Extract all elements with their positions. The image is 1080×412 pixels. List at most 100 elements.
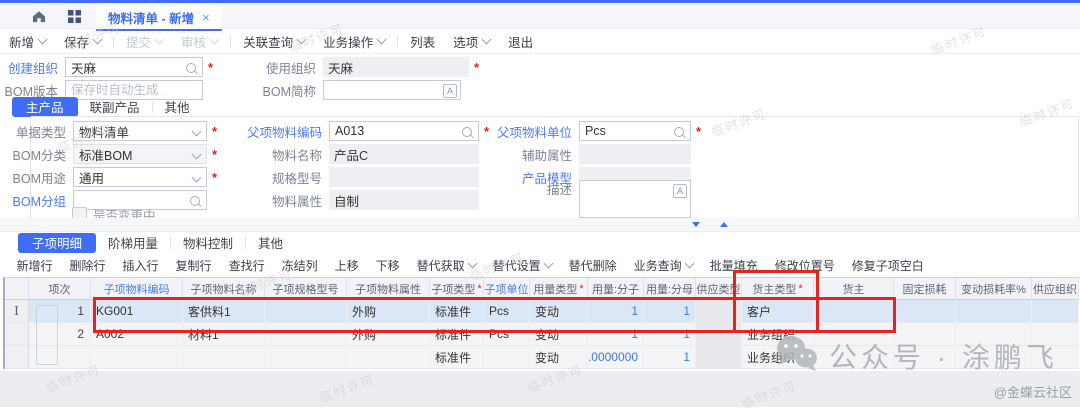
tab-ladder-usage[interactable]: 阶梯用量 bbox=[108, 233, 158, 252]
audit-button: 审核 bbox=[181, 32, 218, 51]
cell-unit[interactable] bbox=[484, 346, 530, 369]
cell-code[interactable]: A002 bbox=[91, 323, 183, 346]
col-header-usage-type[interactable]: 用量类型* bbox=[530, 278, 588, 300]
cell-subtype[interactable]: 标准件 bbox=[430, 323, 484, 346]
col-header-owner[interactable]: 货主 bbox=[814, 278, 894, 300]
chevron-down-icon[interactable] bbox=[192, 127, 202, 137]
cell-subtype[interactable]: 标准件 bbox=[430, 346, 484, 369]
tab-joint-product[interactable]: 联副产品 bbox=[90, 97, 140, 116]
row-header[interactable] bbox=[5, 346, 29, 369]
cell-unit[interactable]: Pcs bbox=[484, 323, 530, 346]
multilang-text-icon[interactable] bbox=[443, 84, 457, 98]
col-header-supply-type[interactable]: 供应类型 bbox=[696, 278, 742, 300]
move-down-button[interactable]: 下移 bbox=[376, 257, 400, 274]
cell-numerator[interactable]: 1.0000000 bbox=[588, 346, 644, 369]
create-org-input[interactable] bbox=[65, 57, 203, 77]
search-icon[interactable] bbox=[462, 127, 472, 137]
tab-detail-other[interactable]: 其他 bbox=[258, 233, 283, 252]
text-cursor-icon: I bbox=[14, 304, 19, 318]
col-header-owner-type[interactable]: 货主类型* bbox=[742, 278, 814, 300]
business-query-button[interactable]: 业务查询 bbox=[634, 257, 693, 274]
cell-name[interactable]: 客供料1 bbox=[183, 300, 265, 323]
cell-code[interactable]: KG001 bbox=[91, 300, 183, 323]
row-header[interactable]: I bbox=[5, 300, 29, 323]
col-header-supply-org[interactable]: 供应组织 bbox=[1032, 278, 1079, 300]
col-header-seq[interactable]: 项次 bbox=[29, 278, 91, 300]
description-textarea[interactable] bbox=[579, 180, 691, 218]
cell-name[interactable] bbox=[183, 346, 265, 369]
tab-main-product[interactable]: 主产品 bbox=[12, 97, 78, 117]
substitute-get-button[interactable]: 替代获取 bbox=[417, 257, 476, 274]
find-row-button[interactable]: 查找行 bbox=[229, 257, 265, 274]
delete-row-button[interactable]: 删除行 bbox=[70, 257, 106, 274]
bom-version-input-text[interactable] bbox=[71, 83, 197, 97]
create-org-input-text[interactable] bbox=[71, 60, 184, 74]
modify-position-button[interactable]: 修改位置号 bbox=[775, 257, 835, 274]
col-header-code[interactable]: 子项物料编码 bbox=[91, 278, 183, 300]
cell-numerator[interactable]: 1 bbox=[588, 323, 644, 346]
cell-numerator[interactable]: 1 bbox=[588, 300, 644, 323]
collapse-down-icon[interactable] bbox=[692, 222, 700, 227]
cell-usage-type[interactable]: 变动 bbox=[530, 323, 588, 346]
close-icon[interactable]: × bbox=[202, 10, 210, 25]
parent-unit-field-row: 父项物料单位 * bbox=[472, 121, 701, 141]
cell-name[interactable]: 材料1 bbox=[183, 323, 265, 346]
bom-alias-input-text[interactable] bbox=[329, 83, 442, 97]
row-header[interactable] bbox=[5, 323, 29, 346]
cell-usage-type[interactable]: 变动 bbox=[530, 300, 588, 323]
list-button[interactable]: 列表 bbox=[410, 32, 435, 51]
parent-code-input[interactable] bbox=[329, 121, 479, 141]
parent-unit-input[interactable] bbox=[579, 121, 691, 141]
tab-product-other[interactable]: 其他 bbox=[165, 97, 190, 116]
parent-code-input-text[interactable] bbox=[335, 124, 460, 138]
required-mark: * bbox=[474, 60, 479, 75]
chevron-down-icon[interactable] bbox=[192, 173, 202, 183]
move-up-button[interactable]: 上移 bbox=[335, 257, 359, 274]
bom-alias-input[interactable] bbox=[323, 80, 461, 100]
substitute-delete-button[interactable]: 替代删除 bbox=[569, 257, 617, 274]
exit-button[interactable]: 退出 bbox=[508, 32, 533, 51]
cell-denominator[interactable]: 1 bbox=[644, 323, 696, 346]
cell-denominator[interactable]: 1 bbox=[644, 346, 696, 369]
cell-subtype[interactable]: 标准件 bbox=[430, 300, 484, 323]
col-header-attr[interactable]: 子项物料属性 bbox=[347, 278, 430, 300]
panel-splitter[interactable] bbox=[0, 218, 1080, 232]
fix-child-blank-button[interactable]: 修复子项空白 bbox=[852, 257, 924, 274]
cell-code[interactable] bbox=[91, 346, 183, 369]
options-button[interactable]: 选项 bbox=[453, 32, 490, 51]
cell-spec[interactable] bbox=[265, 346, 347, 369]
col-header-fixed-loss[interactable]: 固定损耗 bbox=[894, 278, 956, 300]
search-icon[interactable] bbox=[674, 127, 684, 137]
copy-row-button[interactable]: 复制行 bbox=[176, 257, 212, 274]
cell-spec[interactable] bbox=[265, 323, 347, 346]
cell-spec[interactable] bbox=[265, 300, 347, 323]
bom-usage-select[interactable]: 通用 bbox=[73, 167, 207, 187]
cell-attr[interactable]: 外购 bbox=[347, 300, 430, 323]
new-button[interactable]: 新增 bbox=[9, 32, 46, 51]
home-icon[interactable] bbox=[32, 10, 46, 28]
cell-fixed-loss[interactable] bbox=[894, 300, 956, 323]
cell-variable-loss[interactable] bbox=[956, 300, 1032, 323]
cell-supply-org[interactable] bbox=[1032, 300, 1079, 323]
expand-up-icon[interactable] bbox=[720, 222, 728, 227]
col-header-denominator[interactable]: 用量:分母 bbox=[644, 278, 696, 300]
batch-fill-button[interactable]: 批量填充 bbox=[710, 257, 758, 274]
search-icon[interactable] bbox=[186, 63, 196, 73]
col-header-variable-loss[interactable]: 变动损耗率% bbox=[956, 278, 1032, 300]
cell-attr[interactable] bbox=[347, 346, 430, 369]
add-row-button[interactable]: 新增行 bbox=[17, 257, 53, 274]
multilang-text-icon[interactable] bbox=[673, 184, 687, 198]
col-header-unit[interactable]: 子项单位 bbox=[484, 278, 530, 300]
insert-row-button[interactable]: 插入行 bbox=[123, 257, 159, 274]
cell-unit[interactable]: Pcs bbox=[484, 300, 530, 323]
cell-attr[interactable]: 外购 bbox=[347, 323, 430, 346]
col-header-numerator[interactable]: 用量:分子 bbox=[588, 278, 644, 300]
apps-grid-icon[interactable] bbox=[68, 10, 81, 28]
parent-unit-input-text[interactable] bbox=[585, 124, 672, 138]
cell-denominator[interactable]: 1 bbox=[644, 300, 696, 323]
tab-material-control[interactable]: 物料控制 bbox=[183, 233, 233, 252]
tab-child-detail[interactable]: 子项明细 bbox=[18, 233, 96, 253]
cell-owner-type[interactable]: 客户 bbox=[742, 300, 814, 323]
search-icon[interactable] bbox=[190, 196, 200, 206]
cell-owner[interactable] bbox=[814, 300, 894, 323]
